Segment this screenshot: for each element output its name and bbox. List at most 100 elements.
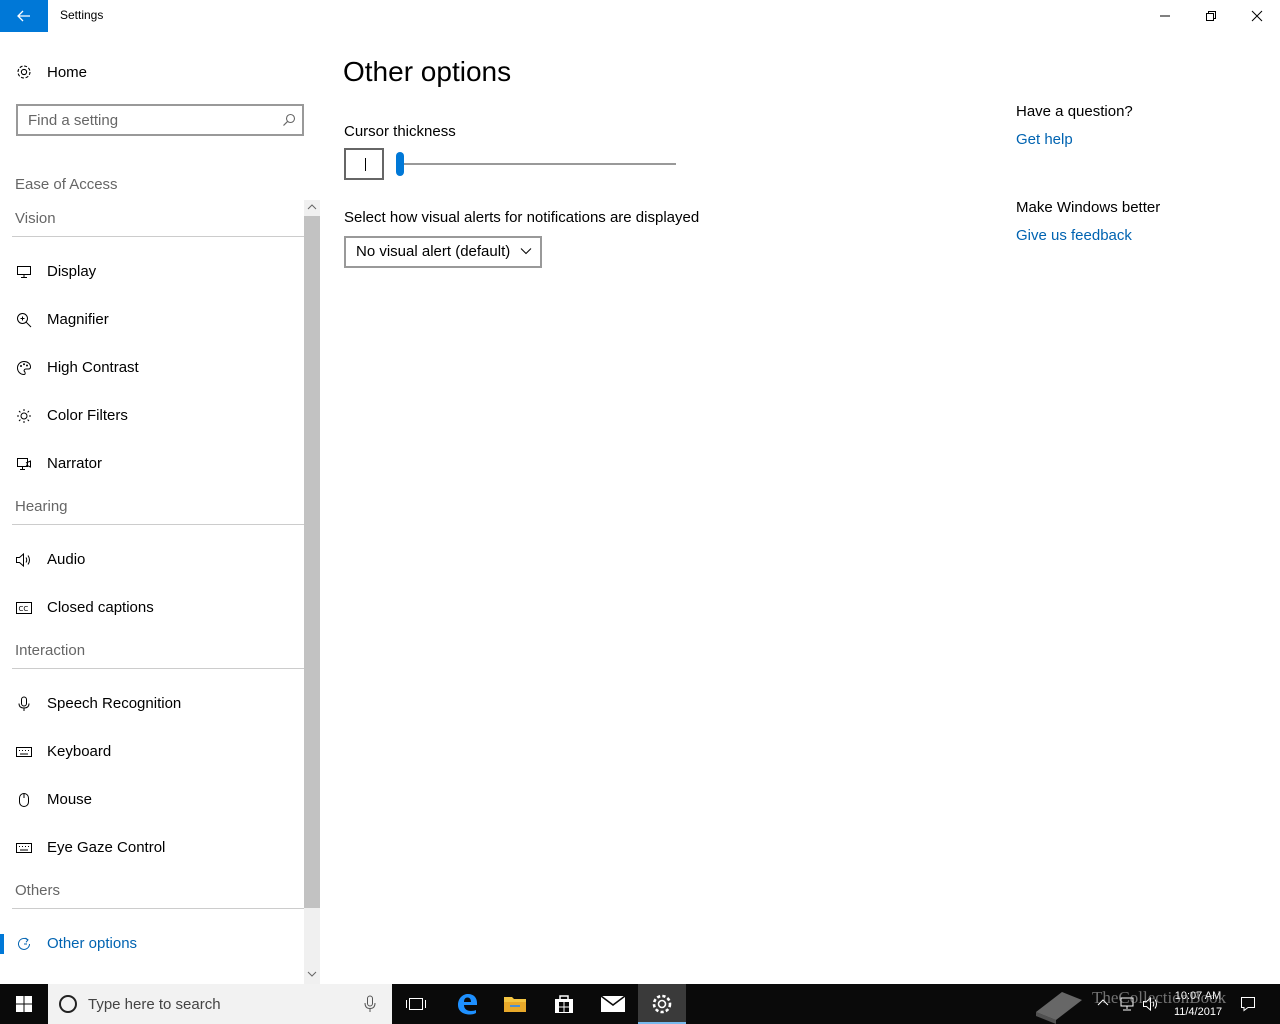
magnifier-icon (15, 312, 33, 328)
get-help-link[interactable]: Get help (1016, 131, 1073, 148)
task-view-icon (406, 998, 426, 1010)
nav-home-label: Home (47, 63, 88, 81)
rail-feedback-heading: Make Windows better (1016, 199, 1161, 216)
microphone-icon[interactable] (364, 995, 376, 1013)
sidebar-item-narrator[interactable]: Narrator (0, 444, 304, 484)
sidebar-item-keyboard[interactable]: Keyboard (0, 732, 304, 772)
sidebar-item-display[interactable]: Display (0, 252, 304, 292)
show-hidden-icons-icon[interactable] (1096, 996, 1110, 1010)
sidebar-item-label: Eye Gaze Control (47, 839, 166, 856)
taskbar-search-placeholder: Type here to search (88, 996, 221, 1013)
svg-text:CC: CC (19, 605, 29, 613)
gear-icon (17, 65, 31, 79)
scroll-down-icon[interactable] (307, 970, 317, 978)
sidebar-item-label: Narrator (47, 455, 103, 472)
settings-button[interactable] (638, 984, 686, 1024)
title-bar: Settings (0, 0, 1280, 32)
visual-alerts-dropdown[interactable]: No visual alert (default) (344, 236, 542, 268)
section-divider (12, 236, 304, 237)
cursor-thickness-slider[interactable] (396, 150, 678, 178)
section-header-interaction: Interaction (15, 642, 86, 659)
sidebar-item-speech-recognition[interactable]: Speech Recognition (0, 684, 304, 724)
sidebar-item-high-contrast[interactable]: High Contrast (0, 348, 304, 388)
file-explorer-icon (504, 997, 526, 1012)
restore-button[interactable] (1188, 0, 1234, 32)
page-title: Other options (343, 56, 512, 87)
volume-icon[interactable] (1142, 996, 1160, 1012)
sidebar-item-label: Speech Recognition (47, 695, 182, 712)
sidebar-item-color-filters[interactable]: Color Filters (0, 396, 304, 436)
sidebar-item-label: High Contrast (47, 359, 139, 376)
sidebar-item-magnifier[interactable]: Magnifier (0, 300, 304, 340)
section-divider (12, 524, 304, 525)
give-feedback-link[interactable]: Give us feedback (1016, 227, 1132, 244)
windows-logo-icon (16, 996, 32, 1012)
back-arrow-icon (17, 10, 30, 22)
window-title: Settings (60, 8, 104, 22)
sidebar-item-label: Keyboard (47, 743, 112, 760)
sidebar-item-label: Closed captions (47, 599, 154, 616)
nav-home[interactable]: Home (15, 60, 305, 84)
sidebar-item-closed-captions[interactable]: CC Closed captions (0, 588, 304, 628)
sidebar-item-other-options[interactable]: Other options (0, 924, 304, 964)
active-indicator (0, 934, 4, 954)
settings-icon (652, 994, 672, 1014)
microphone-icon (15, 696, 33, 712)
search-icon[interactable] (282, 113, 296, 127)
network-icon[interactable] (1118, 996, 1136, 1012)
chevron-down-icon (520, 248, 532, 255)
restore-icon (1206, 11, 1216, 21)
back-button[interactable] (0, 0, 48, 32)
sidebar-item-label: Other options (47, 935, 138, 952)
settings-search-box[interactable] (16, 104, 304, 136)
palette-icon (15, 360, 33, 376)
edge-button[interactable] (443, 984, 491, 1024)
breadcrumb: Ease of Access (15, 176, 118, 193)
sun-icon (15, 408, 33, 424)
start-button[interactable] (0, 984, 48, 1024)
cortana-icon (59, 995, 77, 1013)
speaker-icon (15, 552, 33, 568)
clock-date: 11/4/2017 (1173, 1006, 1223, 1018)
cursor-thickness-preview (344, 148, 384, 180)
narrator-icon (15, 456, 33, 472)
scrollbar-thumb[interactable] (304, 216, 320, 908)
mail-icon (600, 995, 626, 1012)
sidebar-scrollbar[interactable] (304, 200, 320, 984)
mouse-icon (15, 792, 33, 808)
monitor-icon (15, 264, 33, 280)
keyboard-icon (15, 744, 33, 760)
visual-alerts-selected: No visual alert (default) (356, 243, 511, 260)
edge-icon (458, 994, 477, 1015)
sidebar-item-audio[interactable]: Audio (0, 540, 304, 580)
store-button[interactable] (540, 984, 588, 1024)
action-center-icon[interactable] (1240, 996, 1256, 1012)
mail-button[interactable] (589, 984, 637, 1024)
sidebar-item-label: Mouse (47, 791, 93, 808)
slider-thumb[interactable] (396, 152, 404, 176)
file-explorer-button[interactable] (491, 984, 539, 1024)
cc-icon: CC (15, 600, 33, 616)
clock-time: 10:07 AM (1174, 990, 1222, 1002)
minimize-icon (1160, 15, 1170, 17)
cursor-caret (365, 158, 366, 171)
cursor-thickness-label: Cursor thickness (344, 123, 456, 140)
taskbar-clock[interactable]: 10:07 AM 11/4/2017 (1168, 988, 1228, 1020)
sidebar-item-mouse[interactable]: Mouse (0, 780, 304, 820)
visual-alerts-label: Select how visual alerts for notificatio… (344, 209, 700, 226)
sidebar-nav: Vision Display Magnifier High Contrast C… (0, 200, 320, 984)
task-view-button[interactable] (392, 984, 440, 1024)
taskbar-search-box[interactable]: Type here to search (48, 984, 392, 1024)
scroll-up-icon[interactable] (307, 203, 317, 211)
minimize-button[interactable] (1142, 0, 1188, 32)
sidebar-item-label: Magnifier (47, 311, 109, 328)
sidebar-item-eye-gaze-control[interactable]: Eye Gaze Control (0, 828, 304, 868)
close-button[interactable] (1234, 0, 1280, 32)
settings-search-input[interactable] (28, 110, 268, 130)
section-divider (12, 908, 304, 909)
section-header-hearing: Hearing (15, 498, 68, 515)
slider-track (396, 163, 676, 165)
store-icon (555, 995, 573, 1013)
keyboard-icon (15, 840, 33, 856)
sidebar-item-label: Audio (47, 551, 86, 568)
